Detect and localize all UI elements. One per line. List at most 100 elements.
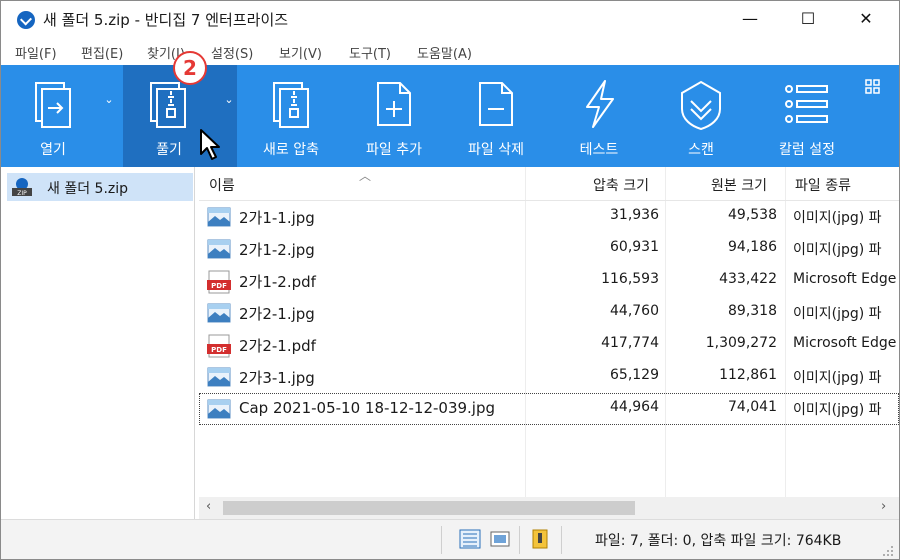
image-file-icon <box>207 366 231 392</box>
extract-icon <box>150 82 186 128</box>
file-type: 이미지(jpg) 파 <box>793 402 882 418</box>
tree-item-label: 새 폴더 5.zip <box>47 181 129 197</box>
horizontal-scrollbar[interactable]: ‹ › <box>199 497 899 519</box>
details-view-icon[interactable] <box>459 529 481 549</box>
file-row[interactable]: 2가1-1.jpg 31,936 49,538 이미지(jpg) 파 <box>199 201 899 233</box>
column-settings-label: 칼럼 설정 <box>779 142 835 158</box>
image-file-icon <box>207 238 231 264</box>
file-name: 2가1-2.pdf <box>239 273 316 291</box>
compressed-size: 65,129 <box>610 367 659 383</box>
column-header-compressed-size[interactable]: 압축 크기 <box>593 175 649 195</box>
pdf-file-icon: PDF <box>207 334 231 362</box>
menu-tools[interactable]: 도구(T) <box>349 43 391 62</box>
menu-view[interactable]: 보기(V) <box>279 43 322 62</box>
column-header-name[interactable]: 이름 <box>209 175 235 195</box>
file-type: 이미지(jpg) 파 <box>793 242 882 258</box>
compressed-size: 31,936 <box>610 207 659 223</box>
list-settings-icon <box>785 85 828 123</box>
minimize-button[interactable]: — <box>727 5 773 33</box>
original-size: 112,861 <box>719 367 777 383</box>
archive-book-icon[interactable] <box>529 529 551 549</box>
file-type: Microsoft Edge <box>793 335 897 351</box>
file-name: 2가1-2.jpg <box>239 241 315 259</box>
delete-file-button[interactable]: 파일 삭제 <box>453 65 539 167</box>
extract-dropdown-chevron-icon[interactable]: ⌄ <box>221 93 237 113</box>
svg-text:PDF: PDF <box>211 346 227 354</box>
menu-bar: 파일(F) 편집(E) 찾기(I) 설정(S) 보기(V) 도구(T) 도움말(… <box>1 39 899 65</box>
open-icon <box>35 82 71 128</box>
pdf-file-icon: PDF <box>207 270 231 298</box>
file-row[interactable]: 2가1-2.jpg 60,931 94,186 이미지(jpg) 파 <box>199 233 899 265</box>
file-type: Microsoft Edge <box>793 271 897 287</box>
file-row[interactable]: 2가2-1.jpg 44,760 89,318 이미지(jpg) 파 <box>199 297 899 329</box>
file-row[interactable]: PDF 2가1-2.pdf 116,593 433,422 Microsoft Edge <box>199 265 899 297</box>
zip-archive-icon: ZIP <box>12 178 32 197</box>
file-list: 이름 ︿ 압축 크기 원본 크기 파일 종류 2가1-1.jpg 31,936 49… <box>199 167 899 497</box>
file-name: 2가2-1.pdf <box>239 337 316 355</box>
add-file-label: 파일 추가 <box>366 142 422 158</box>
add-file-icon <box>377 82 411 126</box>
image-file-icon <box>207 206 231 232</box>
original-size: 89,318 <box>728 303 777 319</box>
svg-text:ZIP: ZIP <box>17 190 27 197</box>
column-header-file-type[interactable]: 파일 종류 <box>795 175 851 195</box>
status-bar: 파일: 7, 폴더: 0, 압축 파일 크기: 764KB <box>1 519 899 559</box>
menu-file[interactable]: 파일(F) <box>15 43 57 62</box>
add-file-button[interactable]: 파일 추가 <box>351 65 437 167</box>
close-button[interactable]: ✕ <box>843 5 889 33</box>
shield-icon <box>681 80 721 131</box>
svg-text:PDF: PDF <box>211 282 227 290</box>
bandizip-logo-icon <box>17 11 35 29</box>
step-number-badge: 2 <box>173 51 207 85</box>
file-row[interactable]: Cap 2021-05-10 18-12-12-039.jpg 44,964 74,… <box>199 393 899 425</box>
menu-edit[interactable]: 편집(E) <box>81 43 123 62</box>
new-archive-button[interactable]: 새로 압축 <box>249 65 333 167</box>
menu-settings[interactable]: 설정(S) <box>211 43 253 62</box>
compressed-size: 116,593 <box>601 271 659 287</box>
layout-toggle-icon[interactable] <box>865 79 881 95</box>
maximize-button[interactable]: ☐ <box>785 5 831 33</box>
compressed-size: 44,964 <box>610 399 659 415</box>
file-row[interactable]: PDF 2가2-1.pdf 417,774 1,309,272 Microsoft Ed… <box>199 329 899 361</box>
menu-help[interactable]: 도움말(A) <box>417 43 472 62</box>
scan-button[interactable]: 스캔 <box>659 65 743 167</box>
file-name: 2가3-1.jpg <box>239 369 315 387</box>
resize-grip-icon[interactable] <box>881 544 895 558</box>
test-button[interactable]: 테스트 <box>557 65 641 167</box>
open-label: 열기 <box>40 142 66 158</box>
original-size: 74,041 <box>728 399 777 415</box>
original-size: 94,186 <box>728 239 777 255</box>
new-archive-label: 새로 압축 <box>263 142 319 158</box>
original-size: 1,309,272 <box>705 335 777 351</box>
image-file-icon <box>207 398 231 424</box>
test-label: 테스트 <box>579 142 619 158</box>
folder-tree-pane: ZIP 새 폴더 5.zip <box>1 167 195 519</box>
scroll-left-arrow-icon[interactable]: ‹ <box>206 499 211 514</box>
column-settings-button[interactable]: 칼럼 설정 <box>761 65 853 167</box>
status-divider <box>441 526 442 554</box>
preview-view-icon[interactable] <box>489 529 511 549</box>
app-window: 새 폴더 5.zip - 반디집 7 엔터프라이즈 — ☐ ✕ 파일(F) 편집… <box>0 0 900 560</box>
tree-item-archive-root[interactable]: ZIP 새 폴더 5.zip <box>7 173 193 201</box>
image-file-icon <box>207 302 231 328</box>
scrollbar-thumb[interactable] <box>223 501 635 515</box>
file-name: Cap 2021-05-10 18-12-12-039.jpg <box>239 399 496 417</box>
lightning-icon <box>586 80 614 128</box>
file-name: 2가2-1.jpg <box>239 305 315 323</box>
file-type: 이미지(jpg) 파 <box>793 210 882 226</box>
file-row[interactable]: 2가3-1.jpg 65,129 112,861 이미지(jpg) 파 <box>199 361 899 393</box>
file-type: 이미지(jpg) 파 <box>793 306 882 322</box>
sort-ascending-icon: ︿ <box>359 169 372 183</box>
window-title: 새 폴더 5.zip - 반디집 7 엔터프라이즈 <box>43 11 289 29</box>
file-name: 2가1-1.jpg <box>239 209 315 227</box>
original-size: 49,538 <box>728 207 777 223</box>
file-type: 이미지(jpg) 파 <box>793 370 882 386</box>
open-button[interactable]: 열기 <box>11 65 95 167</box>
mouse-cursor-icon <box>200 129 220 160</box>
compressed-size: 44,760 <box>610 303 659 319</box>
column-header-original-size[interactable]: 원본 크기 <box>711 175 767 195</box>
open-dropdown-chevron-icon[interactable]: ⌄ <box>101 93 117 113</box>
original-size: 433,422 <box>719 271 777 287</box>
toolbar-ribbon: 열기 ⌄ 풀기 ⌄ 새로 압축 파일 추가 파일 삭제 테스트 스캔 칼럼 설정 <box>1 65 899 167</box>
scroll-right-arrow-icon[interactable]: › <box>881 499 886 514</box>
